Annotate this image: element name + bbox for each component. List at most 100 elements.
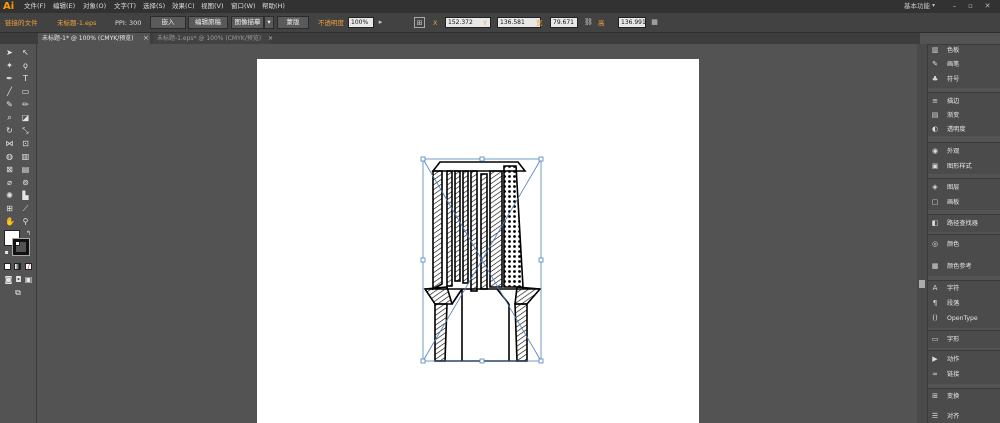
vertical-scrollbar[interactable]: [917, 44, 927, 423]
height-field[interactable]: 136.991: [618, 17, 646, 28]
gradient-mode-icon[interactable]: [14, 263, 21, 270]
draw-normal-icon[interactable]: ◙: [4, 275, 13, 284]
transform-icon[interactable]: ▦: [649, 17, 660, 28]
perspective-grid-tool-icon[interactable]: ▥: [21, 152, 30, 161]
gradient-tool-icon[interactable]: ▤: [21, 165, 30, 174]
close-icon[interactable]: ✕: [983, 2, 992, 11]
panel-actions[interactable]: ▶ 动作: [930, 354, 959, 365]
width-tool-icon[interactable]: ⋈: [5, 139, 14, 148]
panel-label: 画笔: [947, 61, 960, 68]
panel-links[interactable]: ∞ 链接: [930, 369, 959, 380]
rotate-tool-icon[interactable]: ↻: [5, 126, 14, 135]
menu-file[interactable]: 文件(F): [24, 0, 46, 13]
lasso-tool-icon[interactable]: ϙ: [21, 61, 30, 70]
eraser-tool-icon[interactable]: ◪: [21, 113, 30, 122]
mask-button[interactable]: 蒙版: [277, 16, 309, 29]
panel-graphic-styles[interactable]: ▣ 图形样式: [930, 161, 972, 172]
hand-tool-icon[interactable]: ✋: [5, 217, 15, 226]
x-label: X: [433, 19, 438, 27]
menu-window[interactable]: 窗口(W): [231, 0, 256, 13]
panel-pathfinder[interactable]: ◧ 路径查找器: [930, 218, 978, 229]
artboard-tool-icon[interactable]: ⊞: [5, 204, 14, 213]
line-tool-icon[interactable]: ╱: [5, 87, 14, 96]
selection-tool-icon[interactable]: ➤: [5, 48, 14, 57]
blend-tool-icon[interactable]: ⊚: [21, 178, 30, 187]
opacity-dropdown-icon[interactable]: ▸: [375, 17, 386, 28]
mesh-tool-icon[interactable]: ⊠: [5, 165, 14, 174]
panel-color-guide[interactable]: ▦ 颜色参考: [930, 261, 972, 272]
opacity-field[interactable]: 100%: [348, 17, 374, 28]
panel-label: 链接: [947, 371, 960, 378]
panel-stroke[interactable]: ≡ 描边: [930, 96, 959, 107]
panel-layers[interactable]: ◈ 图层: [930, 182, 959, 193]
direct-selection-tool-icon[interactable]: ↖: [21, 48, 30, 57]
reference-point-icon[interactable]: ⊞: [414, 17, 425, 28]
type-tool-icon[interactable]: T: [21, 74, 30, 83]
panel-appearance[interactable]: ◉ 外观: [930, 146, 959, 157]
panel-swatches[interactable]: ▥ 色板: [930, 45, 960, 56]
file-name-link[interactable]: 未标题-1.eps: [57, 17, 97, 29]
eyedropper-tool-icon[interactable]: ⌀: [5, 178, 14, 187]
link-proportions-icon[interactable]: ⛓: [583, 17, 594, 28]
blob-brush-tool-icon[interactable]: ⌕: [5, 113, 14, 122]
menu-effect[interactable]: 效果(C): [172, 0, 195, 13]
panel-opentype[interactable]: () OpenType: [930, 313, 977, 324]
panel-artboards[interactable]: ▢ 画板: [930, 197, 960, 208]
tab-close-icon[interactable]: ×: [143, 33, 149, 44]
stroke-swatch[interactable]: [13, 239, 29, 255]
shape-builder-tool-icon[interactable]: ◍: [5, 152, 14, 161]
color-guide-icon: ◎: [931, 240, 939, 248]
edit-original-button[interactable]: 编辑原稿: [188, 16, 228, 29]
menu-object[interactable]: 对象(O): [83, 0, 106, 13]
panel-align[interactable]: ☰ 对齐: [930, 411, 960, 422]
panel-transform[interactable]: ⊞ 变换: [930, 391, 959, 402]
menu-type[interactable]: 文字(T): [114, 0, 136, 13]
tab-close-icon[interactable]: ×: [268, 33, 273, 44]
draw-behind-icon[interactable]: ◘: [14, 275, 23, 284]
panel-gradient[interactable]: ▤ 渐变: [930, 110, 960, 121]
panel-brushes[interactable]: ✎ 画笔: [930, 59, 959, 70]
panel-transparency[interactable]: ◐ 透明度: [930, 124, 966, 135]
draw-inside-icon[interactable]: ▣: [24, 275, 33, 284]
workspace-switcher[interactable]: 基本功能: [904, 0, 930, 13]
transform-icon: ⊞: [932, 392, 938, 400]
scrollbar-thumb[interactable]: [919, 280, 925, 288]
embed-button[interactable]: 嵌入: [150, 16, 186, 29]
swap-fill-stroke-icon[interactable]: ↰: [24, 229, 33, 238]
tab-document-1[interactable]: 未标题-1* @ 100% (CMYK/预览): [38, 33, 150, 44]
workspace-dropdown-icon[interactable]: ▾: [932, 3, 938, 9]
pencil-tool-icon[interactable]: ✏: [21, 100, 30, 109]
rectangle-tool-icon[interactable]: ▭: [21, 87, 30, 96]
scale-tool-icon[interactable]: ⤡: [21, 126, 30, 135]
maximize-icon[interactable]: ▫: [966, 2, 975, 11]
placed-image-artwork[interactable]: [257, 59, 699, 423]
zoom-tool-icon[interactable]: ⚲: [21, 217, 30, 226]
pen-tool-icon[interactable]: ✒: [5, 74, 14, 83]
magic-wand-tool-icon[interactable]: ✦: [5, 61, 14, 70]
opacity-label[interactable]: 不透明度: [318, 17, 344, 29]
menu-select[interactable]: 选择(S): [143, 0, 165, 13]
minimize-icon[interactable]: –: [950, 2, 959, 11]
color-mode-icon[interactable]: [4, 263, 11, 270]
symbol-sprayer-tool-icon[interactable]: ✺: [5, 191, 14, 200]
paintbrush-tool-icon[interactable]: ✎: [5, 100, 14, 109]
panel-character[interactable]: A 字符: [930, 283, 960, 294]
image-trace-button[interactable]: 图像描摹: [231, 16, 264, 29]
panel-color[interactable]: ◎ 颜色: [930, 239, 959, 250]
menu-edit[interactable]: 编辑(E): [53, 0, 75, 13]
panel-glyphs[interactable]: ▭ 字形: [930, 334, 960, 345]
width-field[interactable]: 79.671: [550, 17, 578, 28]
menu-view[interactable]: 视图(V): [201, 0, 224, 13]
default-fill-stroke-icon[interactable]: ▪: [2, 248, 11, 257]
menu-help[interactable]: 帮助(H): [262, 0, 285, 13]
panel-symbols[interactable]: ♣ 符号: [930, 74, 960, 85]
tab-document-2[interactable]: 未标题-1.eps* @ 100% (CMYK/预览): [153, 33, 270, 44]
column-graph-tool-icon[interactable]: ▙: [21, 191, 30, 200]
y-field[interactable]: 136.581: [497, 17, 541, 28]
screen-mode-icon[interactable]: ⧉: [12, 288, 24, 297]
panel-paragraph[interactable]: ¶ 段落: [930, 298, 960, 309]
slice-tool-icon[interactable]: ⟋: [21, 204, 30, 213]
none-mode-icon[interactable]: /: [25, 263, 32, 271]
free-transform-tool-icon[interactable]: ⊡: [21, 139, 30, 148]
image-trace-dropdown[interactable]: ▾: [264, 16, 274, 29]
